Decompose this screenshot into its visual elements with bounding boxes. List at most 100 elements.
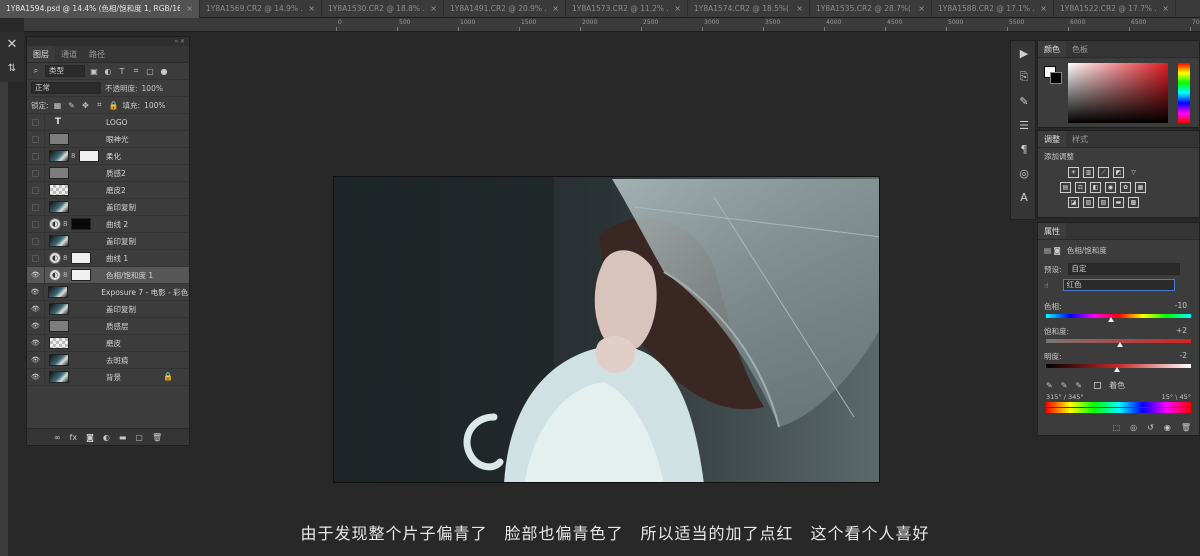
layer-row[interactable]: 质感2 — [27, 164, 189, 182]
color-picker-field[interactable] — [1068, 63, 1168, 123]
type-filter-icon[interactable]: T — [117, 66, 127, 76]
close-tab-icon[interactable]: × — [430, 0, 437, 18]
layer-row[interactable]: 👁 背景 🔒 — [27, 368, 189, 386]
view-previous-icon[interactable]: ◎ — [1130, 423, 1137, 432]
color-balance-icon[interactable]: ⚖ — [1075, 182, 1086, 193]
document-tab[interactable]: 1Y8A1574.CR2 @ 18.5%(... × — [688, 0, 810, 18]
hue-slider-track[interactable] — [1046, 314, 1191, 322]
layer-mask-thumbnail[interactable] — [71, 252, 91, 264]
canvas-image[interactable] — [333, 176, 880, 483]
lightness-slider-thumb[interactable] — [1114, 367, 1121, 372]
pixel-filter-icon[interactable]: ▣ — [89, 66, 99, 76]
visibility-eye-icon[interactable] — [27, 147, 45, 165]
threshold-icon[interactable]: ▧ — [1098, 197, 1109, 208]
visibility-eye-icon[interactable] — [27, 164, 45, 182]
gradient-map-icon[interactable]: ▬ — [1113, 197, 1124, 208]
curves-icon[interactable]: ⟋ — [1098, 167, 1109, 178]
document-tab[interactable]: 1Y8A1530.CR2 @ 18.8% ... × — [322, 0, 444, 18]
layer-row[interactable]: 👁 Exposure 7 - 电影 - 彩色... — [27, 283, 189, 301]
eyedropper-icon[interactable]: ✎ — [1046, 381, 1053, 390]
clip-icon[interactable]: ⬚ — [1113, 423, 1121, 432]
layer-mask-thumbnail[interactable] — [79, 150, 99, 162]
new-layer-icon[interactable]: ▢ — [135, 433, 143, 442]
hue-sat-icon[interactable]: ▤ — [1060, 182, 1071, 193]
document-tab[interactable]: 1Y8A1569.CR2 @ 14.9% ... × — [200, 0, 322, 18]
lock-transparency-icon[interactable]: ▦ — [53, 100, 63, 110]
chain-link-icon[interactable]: 8 — [63, 220, 69, 228]
invert-icon[interactable]: ◪ — [1068, 197, 1079, 208]
visibility-eye-icon[interactable] — [27, 215, 45, 233]
layer-row[interactable]: T LOGO — [27, 113, 189, 131]
layer-row[interactable]: 盖印复制 — [27, 198, 189, 216]
tab-paths[interactable]: 路径 — [83, 46, 111, 62]
visibility-eye-icon[interactable]: 👁 — [27, 300, 45, 318]
tab-properties[interactable]: 属性 — [1038, 223, 1066, 239]
document-tab[interactable]: 1Y8A1594.psd @ 14.4% (色相/饱和度 1, RGB/16) … — [0, 0, 200, 18]
eyedropper-minus-icon[interactable]: ✎ — [1075, 381, 1082, 390]
lock-all-icon[interactable]: 🔒 — [109, 100, 119, 110]
opacity-value[interactable]: 100% — [142, 84, 163, 93]
posterize-icon[interactable]: ▨ — [1083, 197, 1094, 208]
hand-target-icon[interactable]: ☝ — [1044, 281, 1049, 290]
layer-row[interactable]: ◐ 8 曲线 1 — [27, 249, 189, 267]
link-icon[interactable]: ∞ — [54, 433, 61, 442]
lightness-slider-track[interactable] — [1046, 364, 1191, 372]
layer-row[interactable]: 👁 ◐ 8 色相/饱和度 1 — [27, 266, 189, 284]
channel-select[interactable]: 红色 — [1062, 279, 1175, 291]
tab-swatches[interactable]: 色板 — [1066, 41, 1094, 57]
layer-row[interactable]: 👁 质感层 — [27, 317, 189, 335]
hue-slider[interactable] — [1178, 63, 1190, 123]
visibility-icon[interactable]: ◉ — [1164, 423, 1171, 432]
filter-kind-select[interactable]: 类型 — [45, 65, 85, 77]
layer-row[interactable]: 盖印复制 — [27, 232, 189, 250]
document-tab[interactable]: 1Y8A1491.CR2 @ 20.9% ... × — [444, 0, 566, 18]
smart-object-filter-icon[interactable]: ▢ — [145, 66, 155, 76]
chain-link-icon[interactable]: 8 — [63, 271, 69, 279]
close-tab-icon[interactable]: × — [674, 0, 681, 18]
close-tab-icon[interactable]: × — [796, 0, 803, 18]
visibility-eye-icon[interactable]: 👁 — [27, 317, 45, 335]
visibility-eye-icon[interactable]: 👁 — [27, 368, 45, 386]
chain-link-icon[interactable]: 8 — [63, 254, 69, 262]
brightness-icon[interactable]: ☀ — [1068, 167, 1079, 178]
brush-icon[interactable]: ✎ — [1011, 89, 1037, 113]
saturation-slider-track[interactable] — [1046, 339, 1191, 347]
close-tab-icon[interactable]: × — [186, 0, 193, 18]
colorize-checkbox[interactable] — [1094, 382, 1102, 389]
fx-icon[interactable]: fx — [70, 433, 78, 442]
layer-mask-thumbnail[interactable] — [71, 218, 91, 230]
layer-row[interactable]: 眼神光 — [27, 130, 189, 148]
close-tab-icon[interactable]: × — [552, 0, 559, 18]
close-tab-icon[interactable]: × — [1162, 0, 1169, 18]
tools-icon[interactable]: ✕ — [0, 32, 24, 56]
levels-icon[interactable]: ▥ — [1083, 167, 1094, 178]
visibility-eye-icon[interactable] — [27, 232, 45, 250]
visibility-eye-icon[interactable]: 👁 — [27, 351, 45, 369]
fill-value[interactable]: 100% — [144, 101, 165, 110]
3d-icon[interactable]: ◎ — [1011, 161, 1037, 185]
paragraph-icon[interactable]: ¶ — [1011, 137, 1037, 161]
play-icon[interactable]: ▶ — [1011, 41, 1037, 65]
panel-collapse-icon[interactable]: « ✕ — [27, 37, 189, 46]
document-tab[interactable]: 1Y8A1573.CR2 @ 11.2% ... × — [566, 0, 688, 18]
close-tab-icon[interactable]: × — [1040, 0, 1047, 18]
layer-row[interactable]: 8 柔化 — [27, 147, 189, 165]
visibility-eye-icon[interactable] — [27, 249, 45, 267]
swap-icon[interactable]: ⇅ — [0, 56, 24, 80]
lock-position-icon[interactable]: ✥ — [81, 100, 91, 110]
color-range-bar-bottom[interactable] — [1046, 408, 1191, 413]
visibility-eye-icon[interactable] — [27, 181, 45, 199]
vibrance-icon[interactable]: ▽ — [1128, 167, 1139, 178]
background-color-swatch[interactable] — [1050, 72, 1062, 84]
selective-color-icon[interactable]: ▩ — [1128, 197, 1139, 208]
character-icon[interactable]: A — [1011, 185, 1037, 209]
saturation-slider-thumb[interactable] — [1116, 342, 1123, 347]
lightness-value[interactable]: -2 — [1180, 351, 1187, 362]
tab-color[interactable]: 颜色 — [1038, 41, 1066, 57]
folder-icon[interactable]: ▬ — [119, 433, 127, 442]
mask-icon[interactable]: ◙ — [86, 433, 94, 442]
layer-row[interactable]: 磨皮2 — [27, 181, 189, 199]
color-lookup-icon[interactable]: ▦ — [1135, 182, 1146, 193]
filter-toggle-icon[interactable]: ● — [159, 66, 169, 76]
tab-layers[interactable]: 图层 — [27, 46, 55, 62]
